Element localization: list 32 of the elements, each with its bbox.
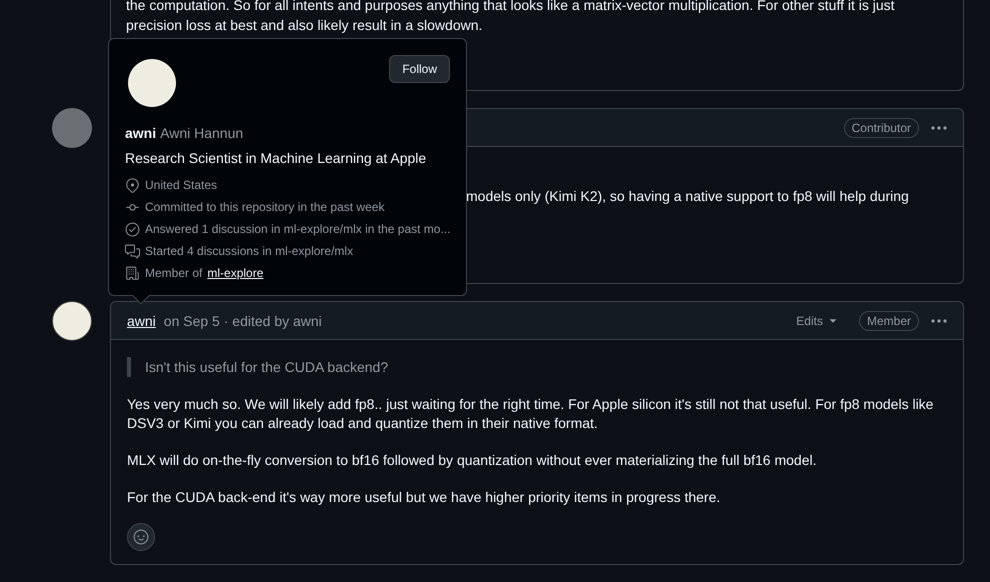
comment-text: the computation. So for all intents and purposes anything that looks like a matrix-vector multiplication. For other stuff it is just precision loss at best and also likely result in a slowdown. xyxy=(126,0,896,35)
comment-meta: on Sep 5 · edited by awni xyxy=(164,312,322,330)
smiley-face-icon xyxy=(133,529,149,545)
ellipsis-icon xyxy=(931,318,947,322)
org-link[interactable]: ml-explore xyxy=(207,264,264,282)
avatar-image[interactable] xyxy=(128,59,176,107)
detail-text: Answered 1 discussion in ml-explore/mlx in the past mo... xyxy=(145,221,450,238)
chat-bubbles-icon xyxy=(125,244,140,258)
full-name: Awni Hannun xyxy=(160,124,244,143)
detail-text: Member of xyxy=(145,265,202,282)
author-link[interactable]: awni xyxy=(127,310,156,330)
comment-text: For the CUDA back-end it's way more useful but we have higher priority items in progress there. xyxy=(127,488,722,507)
detail-text: United States xyxy=(145,177,218,194)
comment-text: Yes very much so. We will likely add fp8.. just waiting for the right time. For Apple silicon it's still not that useful. For fp8 models like DSV3 or Kimi you can already load and quantize them in their native format. xyxy=(127,395,934,433)
edits-dropdown[interactable]: Edits xyxy=(796,312,839,328)
comment-text: models only (Kimi K2), so having a native support to fp8 will help during xyxy=(466,187,910,206)
more-options-button[interactable] xyxy=(931,126,947,130)
role-badge: Contributor xyxy=(844,118,919,138)
avatar-image[interactable] xyxy=(52,301,92,341)
detail-text: Committed to this repository in the past week xyxy=(145,199,384,216)
role-badge: Member xyxy=(858,310,919,330)
user-bio: Research Scientist in Machine Learning at Apple xyxy=(125,149,428,168)
building-icon xyxy=(125,266,140,280)
more-options-button[interactable] xyxy=(931,318,947,322)
add-reaction-button[interactable] xyxy=(127,523,155,551)
username-link[interactable]: awni xyxy=(125,123,156,143)
location-pin-icon xyxy=(125,178,140,192)
quote-text: Isn't this useful for the CUDA backend? xyxy=(127,357,947,377)
follow-button[interactable]: Follow xyxy=(389,55,450,83)
ellipsis-icon xyxy=(931,126,947,130)
comment-text: MLX will do on-the-fly conversion to bf16 followed by quantization without ever materializing the full bf16 model. xyxy=(127,451,818,470)
detail-text: Started 4 discussions in ml-explore/mlx xyxy=(145,243,354,260)
